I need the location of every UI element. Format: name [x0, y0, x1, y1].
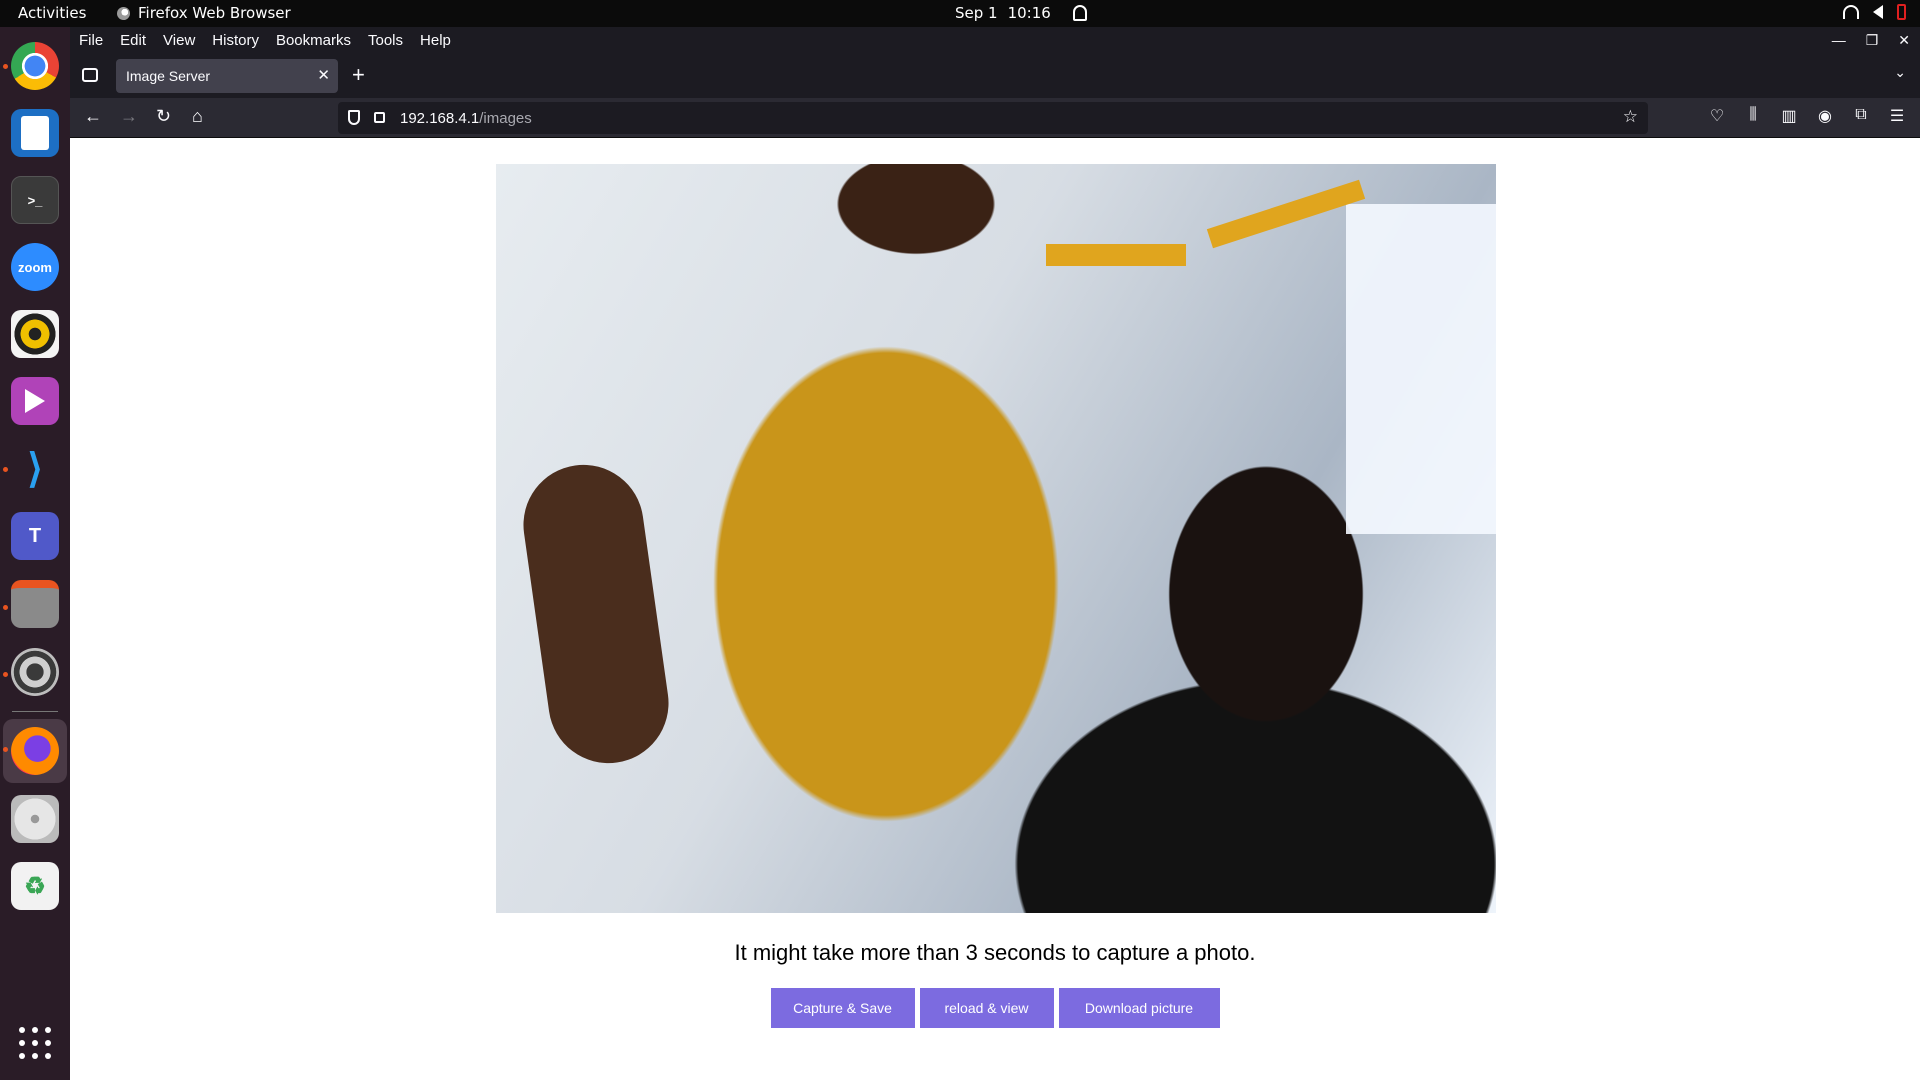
tracking-protection-icon[interactable]	[348, 110, 360, 125]
tab-image-server[interactable]: Image Server ✕	[116, 59, 338, 93]
clock-date: Sep 1	[955, 4, 998, 22]
tab-title: Image Server	[126, 68, 211, 84]
capture-caption: It might take more than 3 seconds to cap…	[734, 940, 1256, 965]
url-host: 192.168.4.1	[400, 110, 480, 127]
app-name-label: Firefox Web Browser	[138, 4, 291, 22]
bookmark-star-icon[interactable]: ☆	[1623, 107, 1638, 127]
trash-icon[interactable]: ♻	[11, 862, 59, 910]
menu-edit[interactable]: Edit	[118, 32, 148, 49]
menu-help[interactable]: Help	[418, 32, 453, 49]
reload-icon[interactable]: ↻	[156, 106, 171, 127]
back-icon[interactable]: ←	[84, 106, 102, 127]
window-controls: — ❐ ✕	[1832, 32, 1910, 49]
new-tab-icon[interactable]: +	[352, 62, 365, 88]
url-text[interactable]: 192.168.4.1/images	[400, 110, 532, 127]
settings-icon[interactable]	[11, 648, 59, 696]
clock[interactable]: Sep 1 10:16	[955, 4, 1087, 22]
forward-icon[interactable]: →	[120, 106, 138, 127]
url-path: /images	[479, 110, 532, 127]
tab-close-icon[interactable]: ✕	[317, 66, 330, 84]
writer-icon[interactable]	[11, 109, 59, 157]
chrome-icon[interactable]	[11, 42, 59, 90]
site-info-icon[interactable]	[374, 112, 385, 123]
running-indicator	[3, 747, 8, 752]
videos-icon[interactable]	[11, 377, 59, 425]
dock: >_ zoom ⟩ T ♻	[0, 27, 70, 1080]
notification-bell-icon	[1072, 5, 1087, 21]
toolbar-right: ♡ ⫼ ▥ ◉ ⧉ ☰	[1708, 106, 1920, 126]
system-tray[interactable]	[1843, 4, 1906, 20]
volume-icon	[1873, 5, 1883, 19]
reload-view-button[interactable]: reload & view	[919, 988, 1054, 1028]
dock-separator	[12, 711, 58, 712]
home-icon[interactable]: ⌂	[192, 106, 203, 127]
page-content: It might take more than 3 seconds to cap…	[70, 139, 1920, 1080]
battery-icon	[1897, 4, 1906, 20]
action-buttons: Capture & Save reload & view Download pi…	[70, 988, 1920, 1028]
menu-view[interactable]: View	[161, 32, 197, 49]
running-indicator	[3, 672, 8, 677]
menu-history[interactable]: History	[210, 32, 261, 49]
close-window-icon[interactable]: ✕	[1898, 32, 1910, 49]
running-indicator	[3, 64, 8, 69]
account-icon[interactable]: ◉	[1816, 106, 1834, 126]
tab-overview-icon[interactable]	[82, 68, 98, 82]
capture-save-button[interactable]: Capture & Save	[770, 988, 915, 1028]
restore-icon[interactable]: ❐	[1866, 32, 1879, 49]
running-indicator	[3, 467, 8, 472]
activities-button[interactable]: Activities	[18, 4, 86, 22]
minimize-icon[interactable]: —	[1832, 32, 1846, 49]
extensions-icon[interactable]: ⧉	[1852, 106, 1870, 126]
running-indicator	[3, 605, 8, 610]
disks-icon[interactable]	[11, 795, 59, 843]
terminal-icon[interactable]: >_	[11, 176, 59, 224]
wifi-icon	[1843, 5, 1859, 19]
firefox-icon[interactable]	[11, 727, 59, 775]
app-menu[interactable]: Firefox Web Browser	[117, 4, 291, 22]
browser-menu-bar: File Edit View History Bookmarks Tools H…	[70, 27, 1920, 54]
rhythmbox-icon[interactable]	[11, 310, 59, 358]
navigation-toolbar: ← → ↻ ⌂ 192.168.4.1/images ☆ ♡ ⫼ ▥ ◉ ⧉ ☰	[70, 98, 1920, 138]
firefox-app-icon	[117, 6, 130, 20]
app-menu-icon[interactable]: ☰	[1888, 106, 1906, 126]
show-applications-icon[interactable]	[19, 1027, 51, 1059]
download-picture-button[interactable]: Download picture	[1058, 988, 1220, 1028]
menu-tools[interactable]: Tools	[366, 32, 405, 49]
library-icon[interactable]: ⫼	[1744, 106, 1762, 126]
list-all-tabs-icon[interactable]: ⌄	[1894, 64, 1906, 81]
files-icon[interactable]	[11, 580, 59, 628]
menu-bookmarks[interactable]: Bookmarks	[274, 32, 353, 49]
teams-icon[interactable]: T	[11, 512, 59, 560]
menu-file[interactable]: File	[77, 32, 105, 49]
vscode-icon[interactable]: ⟩	[11, 445, 59, 493]
gnome-top-bar: Activities Firefox Web Browser Sep 1 10:…	[0, 0, 1920, 27]
address-bar[interactable]: 192.168.4.1/images ☆	[338, 102, 1648, 134]
pocket-icon[interactable]: ♡	[1708, 106, 1726, 126]
tab-bar: Image Server ✕ + ⌄	[70, 54, 1920, 98]
captured-photo	[496, 164, 1496, 913]
clock-time: 10:16	[1007, 4, 1051, 22]
sidebar-icon[interactable]: ▥	[1780, 106, 1798, 126]
zoom-icon[interactable]: zoom	[11, 243, 59, 291]
